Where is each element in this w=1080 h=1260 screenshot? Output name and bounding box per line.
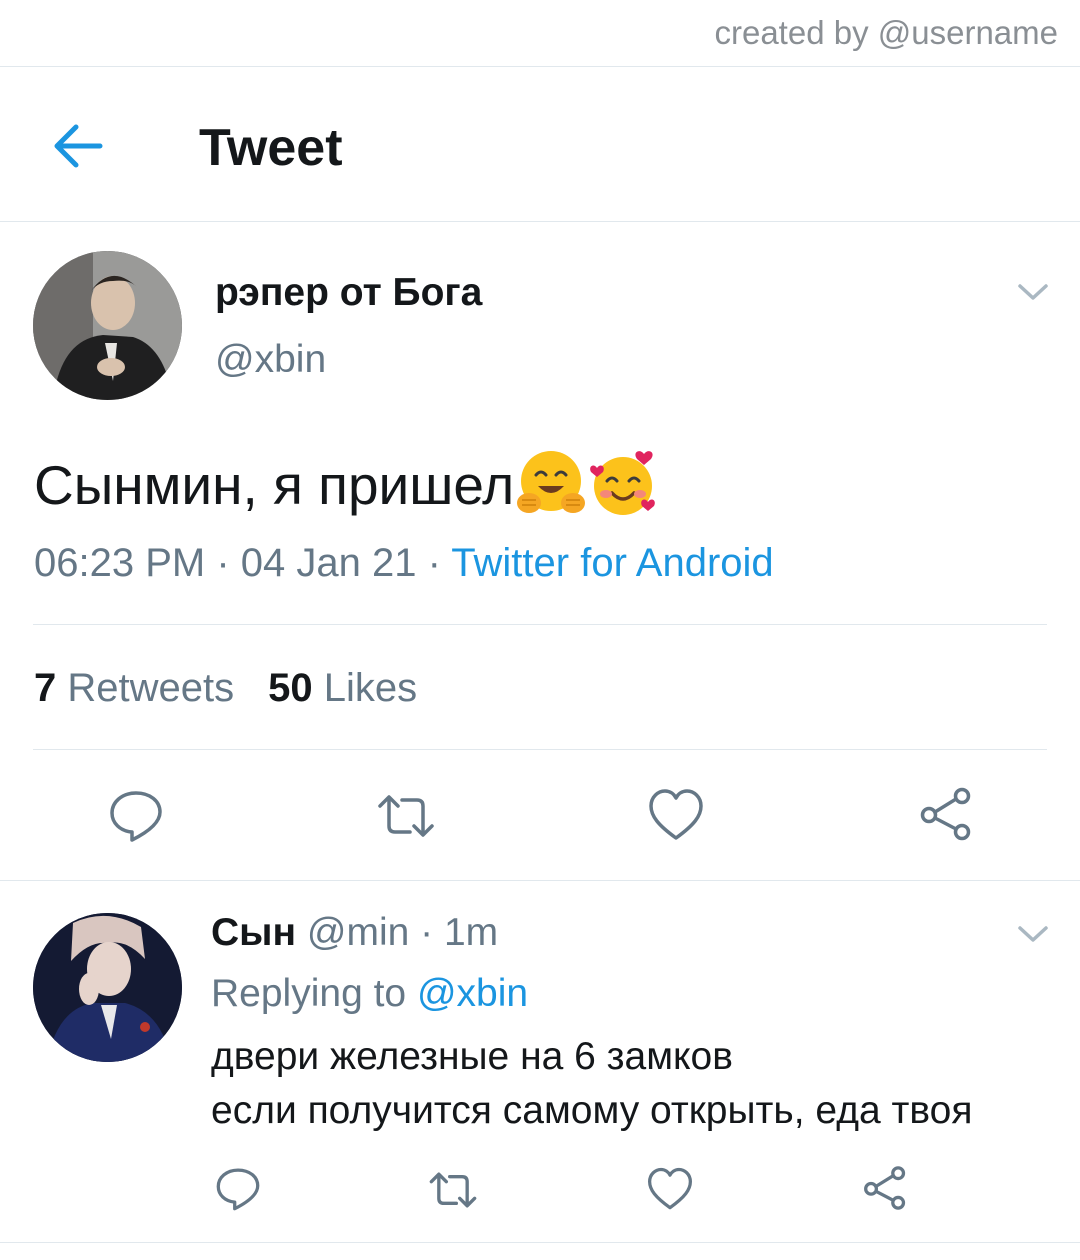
reply-author-handle[interactable]: @min xyxy=(307,911,409,954)
reply-time: 1m xyxy=(443,911,499,954)
reply-share-button[interactable] xyxy=(862,1165,908,1216)
tweet-text-content: Сынмин, я пришел xyxy=(34,454,515,516)
stats-divider xyxy=(33,749,1047,750)
retweet-icon xyxy=(378,795,434,837)
meta-separator: · xyxy=(416,541,452,585)
retweet-icon xyxy=(429,1172,477,1208)
reply-author-name[interactable]: Сын xyxy=(211,911,296,954)
smiling-face-with-hearts-emoji xyxy=(588,448,658,518)
reply-text: двери железные на 6 замков если получитс… xyxy=(211,1030,972,1138)
chevron-down-icon xyxy=(1018,284,1048,300)
avatar[interactable] xyxy=(33,251,182,400)
arrow-left-icon xyxy=(54,124,103,168)
meta-divider xyxy=(33,624,1047,625)
likes-label: Likes xyxy=(323,666,418,710)
heart-icon xyxy=(649,789,703,840)
bottom-divider xyxy=(0,1242,1080,1243)
top-divider xyxy=(0,66,1080,67)
reply-text-line: если получится самому открыть, еда твоя xyxy=(211,1089,973,1132)
tweet-time: 06:23 PM xyxy=(34,541,206,585)
back-button[interactable] xyxy=(50,120,106,172)
tweet-date: 04 Jan 21 xyxy=(240,541,417,585)
tweet-text: Сынмин, я пришел xyxy=(34,448,658,518)
likes-stat[interactable]: 50 Likes xyxy=(268,666,417,710)
watermark-credit: created by @username xyxy=(714,14,1058,51)
tweet-meta: 06:23 PM · 04 Jan 21 · Twitter for Andro… xyxy=(34,541,774,586)
likes-count: 50 xyxy=(268,666,313,710)
tweet-source-link[interactable]: Twitter for Android xyxy=(451,541,773,585)
share-button[interactable] xyxy=(918,786,974,847)
reply-header: Сын @min · 1m xyxy=(211,911,498,955)
comment-icon xyxy=(216,1168,260,1211)
page-title: Tweet xyxy=(199,119,343,177)
author-handle[interactable]: @xbin xyxy=(215,338,326,382)
retweets-stat[interactable]: 7 Retweets xyxy=(34,666,234,710)
tweet-menu-button[interactable] xyxy=(1017,282,1049,307)
replying-to-label: Replying to xyxy=(211,972,417,1015)
hugging-face-emoji xyxy=(516,448,586,518)
reply-like-button[interactable] xyxy=(647,1167,693,1216)
retweet-button[interactable] xyxy=(376,792,436,845)
chevron-down-icon xyxy=(1018,926,1048,942)
replying-to: Replying to @xbin xyxy=(211,972,528,1016)
reply-reply-button[interactable] xyxy=(215,1166,261,1217)
reply-retweet-button[interactable] xyxy=(428,1170,478,1215)
retweets-count: 7 xyxy=(34,666,57,710)
header-divider xyxy=(0,221,1080,222)
reply-separator: · xyxy=(409,911,444,954)
reply-menu-button[interactable] xyxy=(1017,924,1049,949)
tweet-stats: 7 Retweets 50 Likes xyxy=(34,666,417,711)
retweets-label: Retweets xyxy=(67,666,235,710)
author-name[interactable]: рэпер от Бога xyxy=(215,271,482,315)
share-icon xyxy=(864,1166,906,1210)
comment-icon xyxy=(110,791,162,842)
like-button[interactable] xyxy=(648,788,704,847)
meta-separator: · xyxy=(205,541,241,585)
reply-text-line: двери железные на 6 замков xyxy=(211,1035,733,1078)
reply-avatar[interactable] xyxy=(33,913,182,1062)
replying-to-handle[interactable]: @xbin xyxy=(417,972,528,1015)
tweet-divider xyxy=(0,880,1080,881)
share-icon xyxy=(920,787,971,841)
reply-button[interactable] xyxy=(108,788,164,849)
heart-icon xyxy=(648,1167,693,1210)
